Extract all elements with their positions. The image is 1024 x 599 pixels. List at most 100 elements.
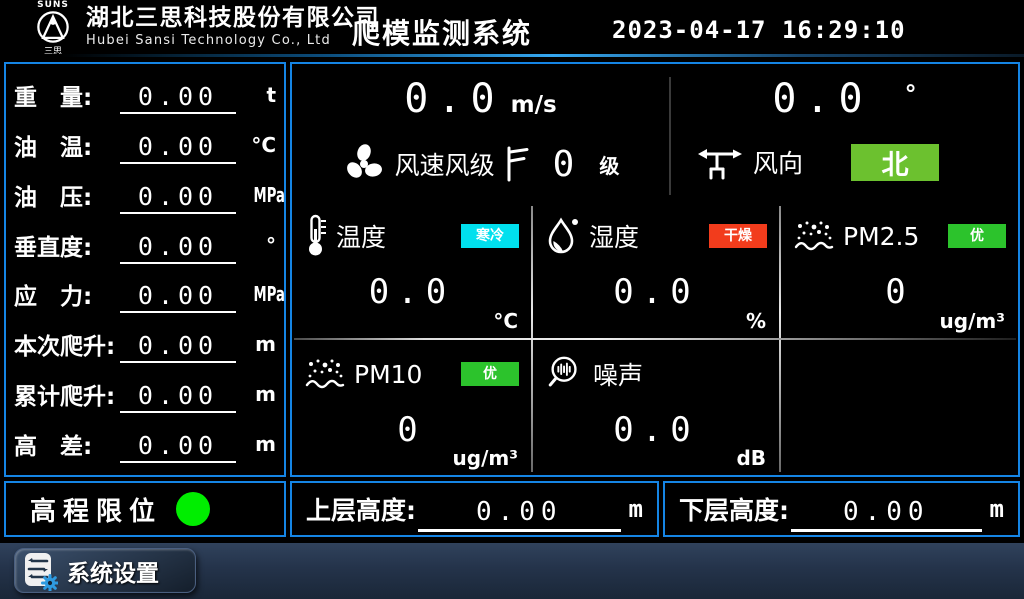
- stress-value: 0.00: [120, 281, 236, 313]
- wind-level-flag-icon: [504, 144, 530, 184]
- datetime-display: 2023-04-17 16:29:10: [612, 16, 906, 44]
- temperature-unit: °C: [493, 309, 518, 333]
- wind-direction-label: 风向: [753, 144, 803, 180]
- row-verticality: 垂直度: 0.00 °: [14, 220, 276, 270]
- wind-direction-unit: °: [905, 80, 917, 108]
- oil-pressure-value: 0.00: [120, 182, 236, 214]
- wind-speed-label-row: 风速风级 0 级: [292, 142, 669, 186]
- wind-direction-value: 0.0: [772, 76, 871, 122]
- pm10-unit: ug/m³: [453, 446, 518, 470]
- verticality-value: 0.00: [120, 232, 236, 264]
- row-oil-temp: 油 温: 0.00 °C: [14, 120, 276, 170]
- noise-label: 噪声: [593, 356, 643, 392]
- lower-height-unit: m: [990, 495, 1004, 523]
- wind-level-value: 0: [553, 144, 575, 185]
- pm25-cell: PM2.5 优 0 ug/m³: [781, 202, 1018, 338]
- wind-speed-label: 风速风级: [395, 146, 495, 182]
- total-climb-value: 0.00: [120, 381, 236, 413]
- monitoring-screen: SUNS 三思 湖北三思科技股份有限公司 Hubei Sansi Technol…: [0, 0, 1024, 599]
- pm25-label: PM2.5: [843, 222, 919, 251]
- oil-temp-value: 0.00: [120, 132, 236, 164]
- noise-value: 0.0: [533, 410, 779, 450]
- humidity-status-badge: 干燥: [709, 224, 767, 248]
- wind-speed-display: 0.0 m/s: [292, 76, 669, 122]
- stress-unit: MPa: [254, 282, 276, 306]
- oil-temp-label: 油 温:: [14, 128, 118, 162]
- wind-speed-unit: m/s: [511, 92, 557, 118]
- page-title: 爬模监测系统: [352, 12, 532, 52]
- total-climb-unit: m: [242, 382, 276, 406]
- wind-level-unit: 级: [599, 150, 619, 179]
- humidity-cell: 湿度 干燥 0.0 %: [533, 202, 779, 338]
- elevation-limit-panel: 高程限位: [4, 481, 286, 537]
- upper-height-unit: m: [629, 495, 643, 523]
- thermometer-icon: [305, 214, 327, 258]
- temperature-status-badge: 寒冷: [461, 224, 519, 248]
- wind-direction-button[interactable]: 北: [851, 144, 939, 181]
- company-name: 湖北三思科技股份有限公司 Hubei Sansi Technology Co.,…: [86, 5, 380, 48]
- upper-height-value: 0.00: [418, 497, 621, 532]
- temperature-value: 0.0: [292, 272, 531, 312]
- company-name-cn: 湖北三思科技股份有限公司: [86, 5, 380, 31]
- row-stress: 应 力: 0.00 MPa: [14, 270, 276, 320]
- environment-panel: 0.0 m/s 风速风级 0 级: [290, 62, 1020, 477]
- sansi-logo-icon: [35, 10, 71, 44]
- verticality-label: 垂直度:: [14, 228, 118, 262]
- oil-pressure-label: 油 压:: [14, 178, 118, 212]
- height-diff-value: 0.00: [120, 431, 236, 463]
- weight-value: 0.00: [120, 82, 236, 114]
- temperature-label: 温度: [336, 218, 386, 254]
- verticality-unit: °: [242, 233, 276, 257]
- lower-height-label: 下层高度:: [679, 491, 789, 527]
- weight-unit: t: [242, 83, 276, 107]
- noise-unit: dB: [736, 446, 766, 470]
- noise-cell: 噪声 0.0 dB: [533, 340, 779, 475]
- logo-suns-text: SUNS: [26, 1, 80, 10]
- row-height-diff: 高 差: 0.00 m: [14, 419, 276, 469]
- noise-meter-icon: [546, 355, 584, 393]
- dust-particles-icon: [305, 356, 345, 392]
- pm25-unit: ug/m³: [940, 309, 1005, 333]
- elevation-limit-label: 高程限位: [30, 491, 162, 528]
- humidity-value: 0.0: [533, 272, 779, 312]
- dust-particles-icon: [794, 218, 834, 254]
- weight-label: 重 量:: [14, 78, 118, 112]
- height-diff-unit: m: [242, 432, 276, 456]
- row-weight: 重 量: 0.00 t: [14, 70, 276, 120]
- height-diff-label: 高 差:: [14, 427, 118, 461]
- water-drop-icon: [546, 215, 580, 257]
- row-current-climb: 本次爬升: 0.00 m: [14, 319, 276, 369]
- pm10-status-badge: 优: [461, 362, 519, 386]
- total-climb-label: 累计爬升:: [14, 377, 118, 411]
- pm25-value: 0: [781, 272, 1018, 312]
- oil-pressure-unit: MPa: [254, 183, 276, 207]
- stress-label: 应 力:: [14, 277, 118, 311]
- temperature-cell: 温度 寒冷 0.0 °C: [292, 202, 531, 338]
- wind-vane-icon: [697, 142, 743, 182]
- current-climb-value: 0.00: [120, 331, 236, 363]
- header-divider-line: [0, 54, 1024, 57]
- empty-cell: [781, 340, 1018, 475]
- elevation-limit-status-light: [176, 492, 210, 526]
- system-settings-label: 系统设置: [67, 554, 159, 588]
- oil-temp-unit: °C: [242, 133, 276, 157]
- settings-sliders-gear-icon: [24, 551, 58, 591]
- humidity-unit: %: [746, 309, 766, 333]
- measurement-list-panel: 重 量: 0.00 t 油 温: 0.00 °C 油 压: 0.00 MPa 垂…: [4, 62, 286, 477]
- pm25-status-badge: 优: [948, 224, 1006, 248]
- company-name-en: Hubei Sansi Technology Co., Ltd: [86, 33, 380, 48]
- lower-height-panel: 下层高度: 0.00 m: [663, 481, 1020, 537]
- pm10-value: 0: [292, 410, 531, 450]
- row-oil-pressure: 油 压: 0.00 MPa: [14, 170, 276, 220]
- current-climb-label: 本次爬升:: [14, 327, 118, 361]
- footer-bar: 系统设置: [0, 543, 1024, 599]
- pm10-label: PM10: [354, 360, 422, 389]
- wind-direction-display: 0.0 °: [671, 76, 1018, 122]
- system-settings-button[interactable]: 系统设置: [14, 548, 196, 593]
- humidity-label: 湿度: [589, 218, 639, 254]
- company-logo: SUNS 三思: [26, 1, 80, 54]
- wind-direction-label-row: 风向 北: [671, 142, 1018, 182]
- fan-icon: [342, 142, 386, 186]
- row-total-climb: 累计爬升: 0.00 m: [14, 369, 276, 419]
- upper-height-label: 上层高度:: [306, 491, 416, 527]
